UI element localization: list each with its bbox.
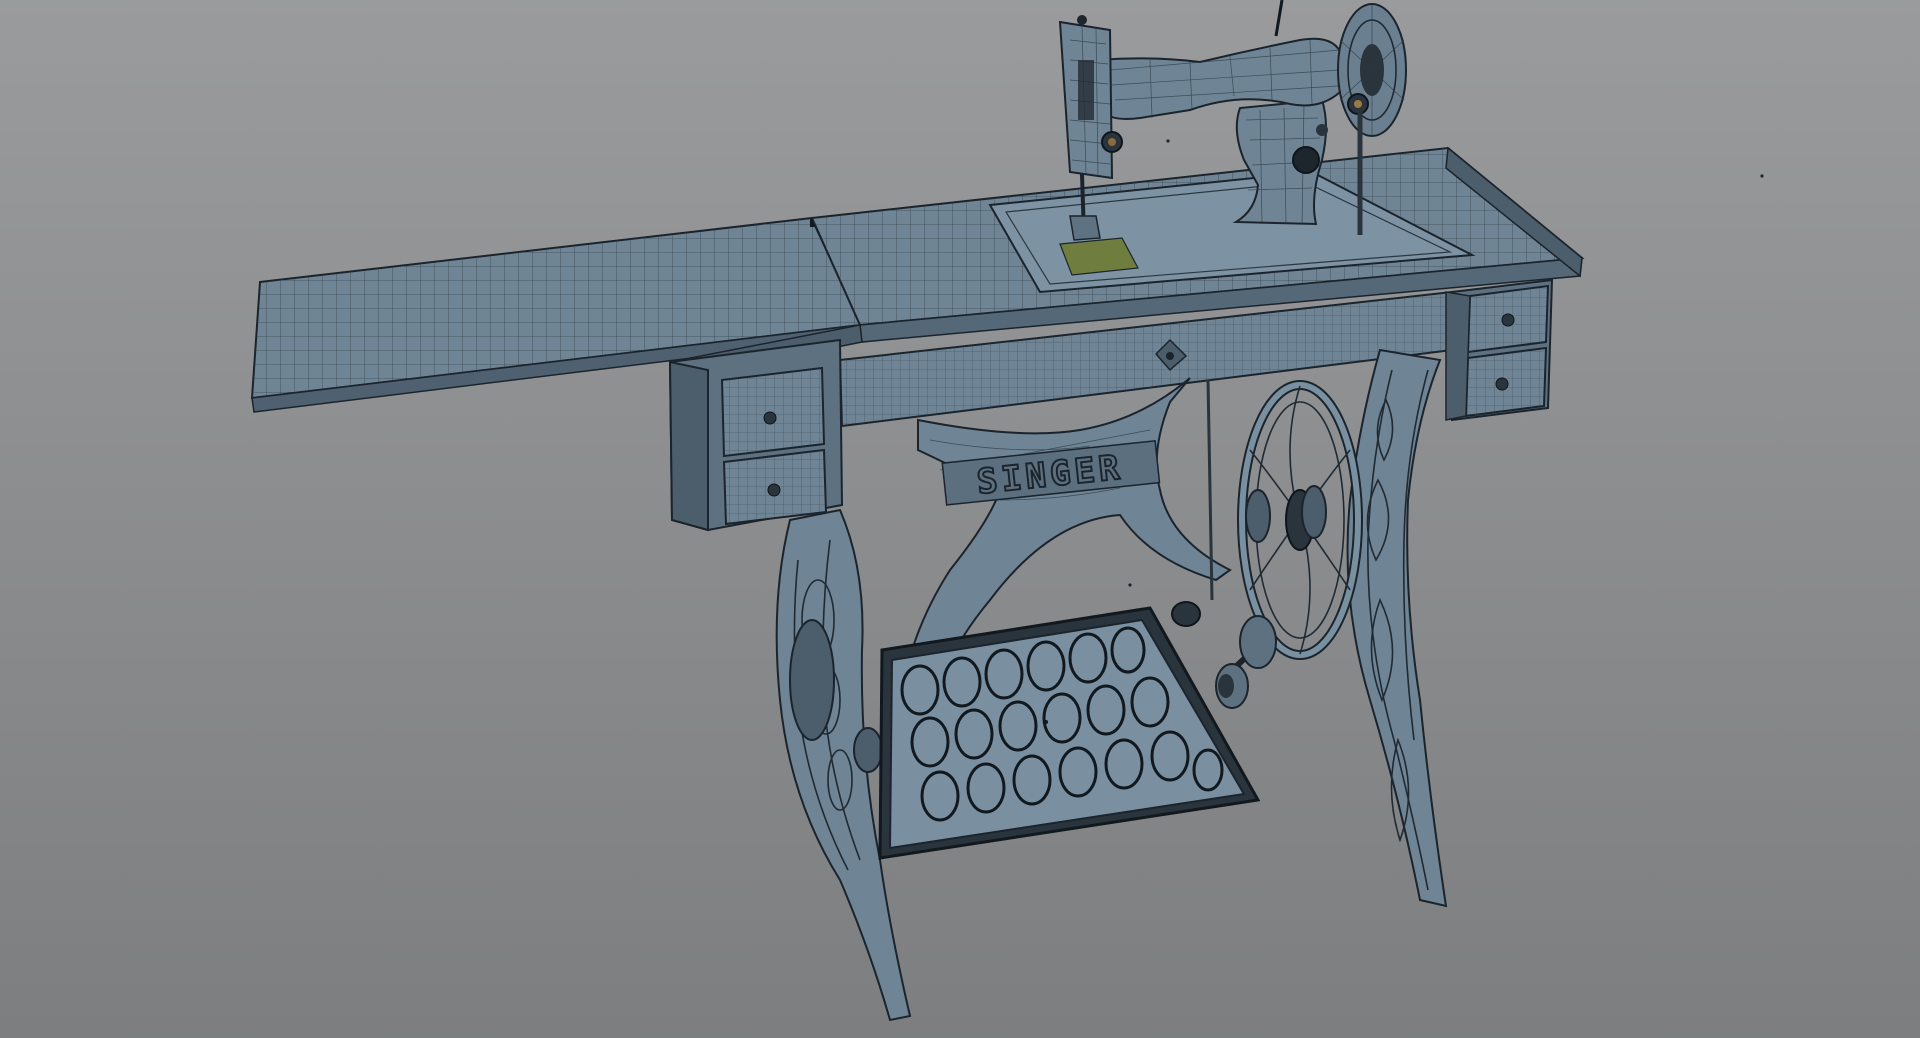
wireframe-scene[interactable]: SINGER bbox=[0, 0, 1920, 1038]
3d-viewport[interactable]: SINGER bbox=[0, 0, 1920, 1038]
flywheel[interactable] bbox=[1237, 380, 1363, 660]
foot-treadle[interactable] bbox=[878, 606, 1261, 860]
